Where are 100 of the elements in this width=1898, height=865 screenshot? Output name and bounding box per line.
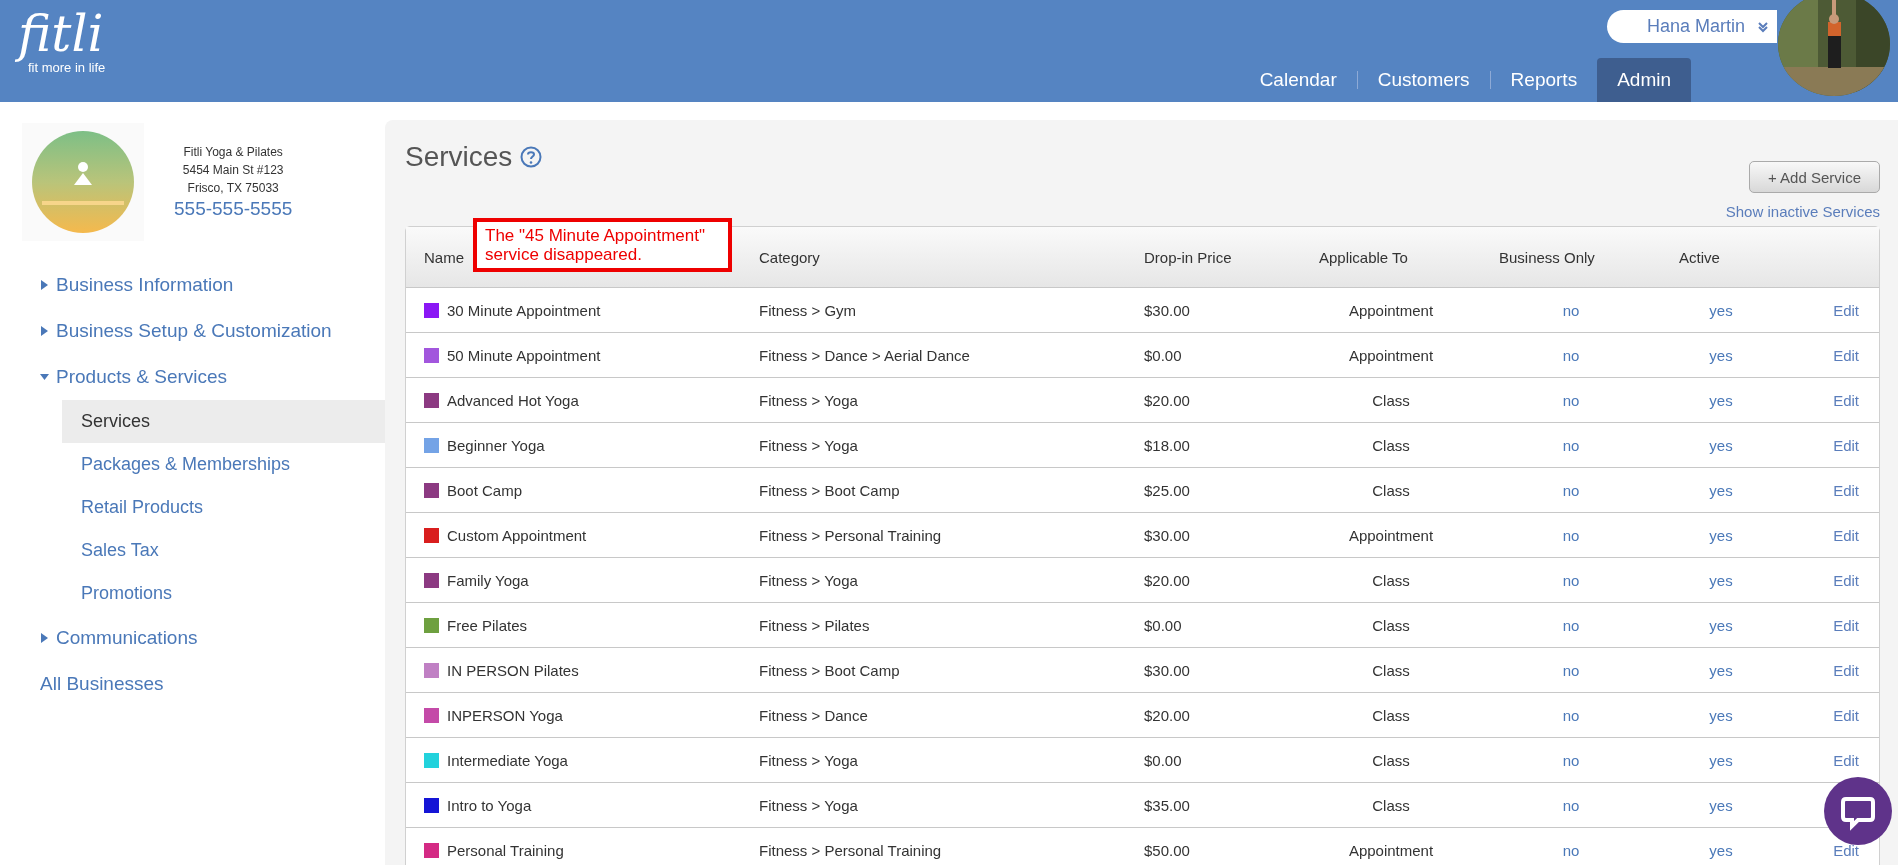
nav-tab[interactable]: Customers [1357,58,1490,102]
category-cell: Fitness > Yoga [759,436,858,454]
edit-link[interactable]: Edit [1833,571,1859,589]
business-address: Frisco, TX 75033 [187,180,279,197]
category-cell: Fitness > Boot Camp [759,661,900,679]
active-value: yes [1709,301,1733,319]
nav-tab[interactable]: Admin [1597,58,1691,102]
price-cell: $30.00 [1144,526,1190,544]
user-menu[interactable]: Hana Martin [1607,10,1777,43]
logo-tagline: fit more in life [28,60,106,75]
edit-link[interactable]: Edit [1833,346,1859,364]
column-header: Drop-in Price [1144,248,1232,266]
price-cell: $25.00 [1144,481,1190,499]
category-cell: Fitness > Dance > Aerial Dance [759,346,970,364]
sidebar-subitem[interactable]: Retail Products [62,486,385,529]
price-cell: $30.00 [1144,301,1190,319]
applicable-to-cell: Appointment [1348,301,1434,319]
sidebar-item[interactable]: Business Information [0,262,385,308]
category-cell: Fitness > Gym [759,301,857,319]
service-name: Intro to Yoga [447,796,532,814]
caret-icon [40,325,49,337]
category-cell: Fitness > Boot Camp [759,481,900,499]
price-cell: $20.00 [1144,391,1190,409]
service-name: Custom Appointment [447,526,587,544]
edit-link[interactable]: Edit [1833,751,1859,769]
active-value: yes [1709,391,1733,409]
edit-link[interactable]: Edit [1833,616,1859,634]
applicable-to-cell: Class [1372,571,1410,589]
business-name: Fitli Yoga & Pilates [183,144,283,161]
caret-icon [40,632,49,644]
active-value: yes [1709,841,1733,859]
business-only-value: no [1562,841,1580,859]
applicable-to-cell: Class [1372,796,1410,814]
category-cell: Fitness > Personal Training [759,526,942,544]
applicable-to-cell: Class [1372,391,1410,409]
business-only-value: no [1562,751,1580,769]
business-only-value: no [1562,346,1580,364]
add-service-button[interactable]: + Add Service [1749,161,1880,193]
page-title: Services [405,141,513,173]
active-value: yes [1709,661,1733,679]
nav-tab[interactable]: Reports [1490,58,1598,102]
service-name: Free Pilates [447,616,528,634]
service-name: IN PERSON Pilates [447,661,579,679]
applicable-to-cell: Class [1372,616,1410,634]
price-cell: $35.00 [1144,796,1190,814]
price-cell: $0.00 [1144,751,1182,769]
applicable-to-cell: Class [1372,706,1410,724]
active-value: yes [1709,481,1733,499]
double-chevron-icon [1757,20,1770,33]
column-header: Category [759,248,820,266]
column-header: Active [1679,248,1720,266]
service-name: Beginner Yoga [447,436,545,454]
category-cell: Fitness > Yoga [759,751,858,769]
caret-icon [40,279,49,291]
price-cell: $0.00 [1144,616,1182,634]
category-cell: Fitness > Yoga [759,796,858,814]
edit-link[interactable]: Edit [1833,706,1859,724]
sidebar-subitem[interactable]: Packages & Memberships [62,443,385,486]
business-only-value: no [1562,526,1580,544]
applicable-to-cell: Appointment [1348,526,1434,544]
business-only-value: no [1562,391,1580,409]
business-only-value: no [1562,616,1580,634]
service-name: 30 Minute Appointment [447,301,601,319]
service-name: INPERSON Yoga [447,706,563,724]
business-phone: 555-555-5555 [174,197,293,221]
active-value: yes [1709,436,1733,454]
sidebar-item[interactable]: Communications [0,615,385,661]
service-name: Boot Camp [447,481,523,499]
caret-icon [40,371,49,383]
active-value: yes [1709,526,1733,544]
sidebar-subitem[interactable]: Services [62,400,385,443]
active-value: yes [1709,571,1733,589]
help-icon[interactable] [520,146,543,168]
applicable-to-cell: Class [1372,436,1410,454]
category-cell: Fitness > Personal Training [759,841,942,859]
business-only-value: no [1562,796,1580,814]
column-header: Applicable To [1319,248,1408,266]
chat-icon[interactable] [1824,777,1892,845]
business-address: 5454 Main St #123 [182,162,284,179]
price-cell: $30.00 [1144,661,1190,679]
edit-link[interactable]: Edit [1833,481,1859,499]
edit-link[interactable]: Edit [1833,526,1859,544]
sidebar-subitem[interactable]: Sales Tax [62,529,385,572]
sidebar-subitem[interactable]: Promotions [62,572,385,615]
edit-link[interactable]: Edit [1833,841,1859,859]
service-name: Family Yoga [447,571,529,589]
sidebar-item[interactable]: Business Setup & Customization [0,308,385,354]
applicable-to-cell: Class [1372,751,1410,769]
edit-link[interactable]: Edit [1833,301,1859,319]
nav-tab[interactable]: Calendar [1239,58,1357,102]
sidebar-item[interactable]: Products & Services [0,354,385,400]
price-cell: $0.00 [1144,346,1182,364]
edit-link[interactable]: Edit [1833,391,1859,409]
applicable-to-cell: Class [1372,661,1410,679]
service-name: Advanced Hot Yoga [447,391,579,409]
applicable-to-cell: Class [1372,481,1410,499]
sidebar-item[interactable]: All Businesses [0,661,385,707]
business-only-value: no [1562,706,1580,724]
edit-link[interactable]: Edit [1833,436,1859,454]
edit-link[interactable]: Edit [1833,661,1859,679]
